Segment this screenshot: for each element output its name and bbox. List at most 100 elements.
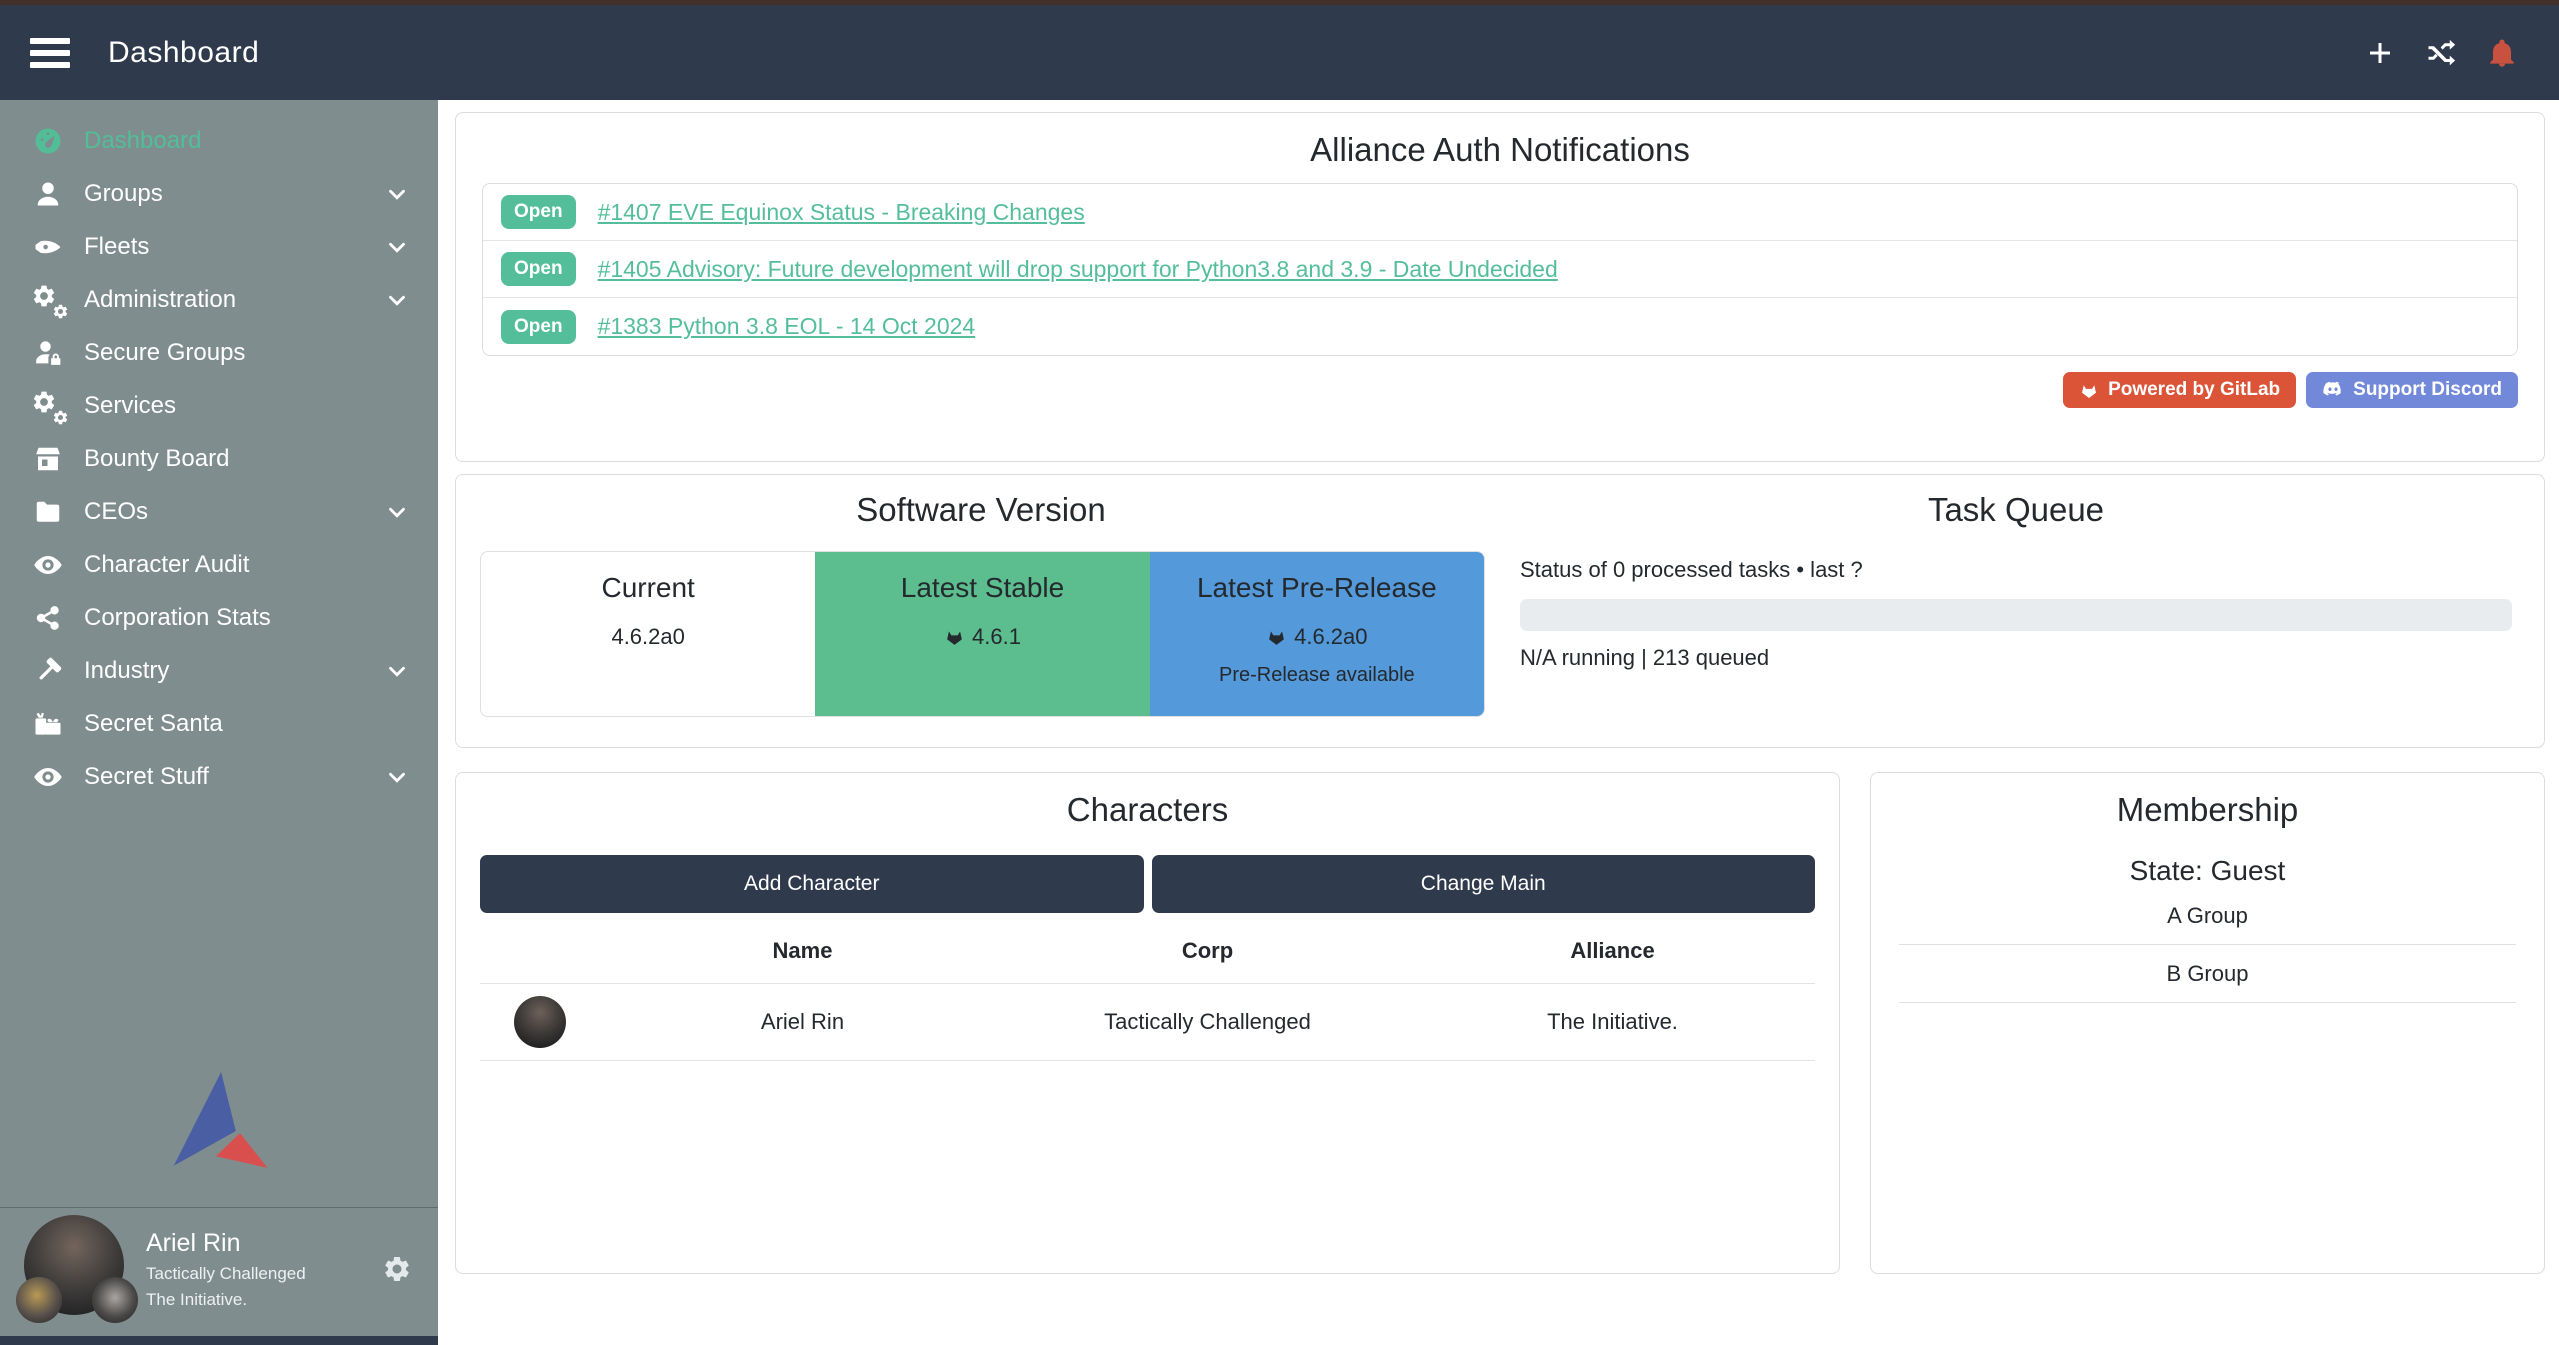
hamburger-icon[interactable]	[30, 38, 72, 68]
software-taskqueue-card: Software Version Current 4.6.2a0 Latest …	[455, 474, 2545, 748]
sidebar-item-label: CEOs	[84, 498, 148, 526]
alliance-logo-badge	[92, 1277, 138, 1323]
add-character-button[interactable]: Add Character	[480, 855, 1144, 913]
gauge-icon	[28, 126, 68, 156]
avatar	[24, 1215, 124, 1323]
sidebar-item-label: Bounty Board	[84, 445, 229, 473]
shuffle-icon[interactable]	[2425, 38, 2457, 68]
gifts-icon	[28, 709, 68, 739]
chevron-down-icon	[384, 181, 410, 207]
share-icon	[28, 603, 68, 633]
characters-table: Name Corp Alliance Ariel Rin Tactically …	[480, 919, 1815, 1061]
chevron-down-icon	[384, 234, 410, 260]
user-alliance: The Initiative.	[146, 1290, 306, 1310]
sidebar-item-services[interactable]: Services	[0, 379, 438, 432]
gitlab-icon	[2079, 381, 2099, 400]
hammer-icon	[28, 656, 68, 686]
notifications-footer: Powered by GitLab Support Discord	[482, 372, 2518, 408]
notification-link[interactable]: #1407 EVE Equinox Status - Breaking Chan…	[598, 199, 1085, 226]
user-icon	[28, 179, 68, 209]
user-lock-icon	[28, 338, 68, 368]
gear-icon[interactable]	[382, 1254, 412, 1284]
folder-icon	[28, 497, 68, 527]
notification-link[interactable]: #1405 Advisory: Future development will …	[598, 256, 1558, 283]
plus-icon[interactable]	[2365, 38, 2395, 68]
membership-group: A Group	[1899, 887, 2516, 945]
notification-row: Open #1383 Python 3.8 EOL - 14 Oct 2024	[483, 298, 2517, 355]
version-latest-prerelease: Latest Pre-Release 4.6.2a0 Pre-Release a…	[1150, 552, 1484, 716]
sidebar-bottom-strip	[0, 1336, 438, 1345]
membership-title: Membership	[1895, 791, 2520, 829]
main-content: Alliance Auth Notifications Open #1407 E…	[438, 100, 2559, 1345]
eye-icon	[28, 550, 68, 580]
notifications-card: Alliance Auth Notifications Open #1407 E…	[455, 112, 2545, 462]
store-icon	[28, 444, 68, 474]
powered-by-gitlab-badge[interactable]: Powered by GitLab	[2063, 372, 2296, 408]
sidebar-item-label: Corporation Stats	[84, 604, 271, 632]
sidebar-item-secret-stuff[interactable]: Secret Stuff	[0, 750, 438, 803]
chevron-down-icon	[384, 658, 410, 684]
gitlab-icon	[1266, 627, 1287, 647]
alliance-auth-logo	[0, 1071, 438, 1171]
notification-link[interactable]: #1383 Python 3.8 EOL - 14 Oct 2024	[598, 313, 976, 340]
software-version-title: Software Version	[456, 491, 1506, 529]
version-number: 4.6.2a0	[1294, 624, 1367, 650]
top-navbar: Dashboard	[0, 5, 2559, 100]
badge-label: Powered by GitLab	[2108, 379, 2280, 401]
sidebar-item-secure-groups[interactable]: Secure Groups	[0, 326, 438, 379]
sidebar-item-administration[interactable]: Administration	[0, 273, 438, 326]
task-queue-title: Task Queue	[1520, 491, 2512, 529]
task-queue-summary: N/A running | 213 queued	[1520, 645, 2512, 671]
sidebar-item-label: Fleets	[84, 233, 149, 261]
sidebar-item-label: Secure Groups	[84, 339, 245, 367]
badge-label: Support Discord	[2353, 379, 2502, 401]
version-current: Current 4.6.2a0	[481, 552, 815, 716]
status-badge: Open	[501, 195, 576, 229]
discord-icon	[2322, 381, 2344, 399]
column-header-alliance: Alliance	[1410, 938, 1815, 964]
page-title: Dashboard	[108, 36, 259, 70]
sidebar: Dashboard Groups Fleets	[0, 100, 438, 1345]
sidebar-item-label: Character Audit	[84, 551, 249, 579]
task-queue-status: Status of 0 processed tasks • last ?	[1520, 557, 2512, 583]
cell-character-corp: Tactically Challenged	[1005, 1009, 1410, 1035]
corp-logo-badge	[16, 1277, 62, 1323]
sidebar-item-character-audit[interactable]: Character Audit	[0, 538, 438, 591]
sidebar-nav: Dashboard Groups Fleets	[0, 100, 438, 803]
sidebar-item-industry[interactable]: Industry	[0, 644, 438, 697]
task-queue-section: Task Queue Status of 0 processed tasks •…	[1506, 491, 2544, 747]
sidebar-item-label: Administration	[84, 286, 236, 314]
version-number: 4.6.1	[972, 624, 1021, 650]
chevron-down-icon	[384, 764, 410, 790]
sidebar-item-label: Secret Stuff	[84, 763, 209, 791]
sidebar-item-bounty-board[interactable]: Bounty Board	[0, 432, 438, 485]
sidebar-item-label: Secret Santa	[84, 710, 223, 738]
notifications-title: Alliance Auth Notifications	[482, 131, 2518, 169]
version-number: 4.6.2a0	[611, 624, 684, 650]
column-header-corp: Corp	[1005, 938, 1410, 964]
bell-icon[interactable]	[2487, 37, 2517, 69]
characters-card: Characters Add Character Change Main Nam…	[455, 772, 1840, 1274]
navbar-actions	[2365, 37, 2529, 69]
sidebar-item-dashboard[interactable]: Dashboard	[0, 114, 438, 167]
version-label: Current	[481, 572, 815, 604]
support-discord-badge[interactable]: Support Discord	[2306, 372, 2518, 408]
app-root: Dashboard Dashboard	[0, 0, 2559, 1345]
sidebar-item-label: Dashboard	[84, 127, 201, 155]
status-badge: Open	[501, 252, 576, 286]
gears-icon	[28, 283, 68, 317]
notification-row: Open #1407 EVE Equinox Status - Breaking…	[483, 184, 2517, 241]
notification-row: Open #1405 Advisory: Future development …	[483, 241, 2517, 298]
membership-card: Membership State: Guest A Group B Group	[1870, 772, 2545, 1274]
sidebar-item-fleets[interactable]: Fleets	[0, 220, 438, 273]
sidebar-item-groups[interactable]: Groups	[0, 167, 438, 220]
sidebar-item-secret-santa[interactable]: Secret Santa	[0, 697, 438, 750]
sidebar-item-ceos[interactable]: CEOs	[0, 485, 438, 538]
sidebar-item-corporation-stats[interactable]: Corporation Stats	[0, 591, 438, 644]
user-panel: Ariel Rin Tactically Challenged The Init…	[0, 1208, 438, 1336]
user-name: Ariel Rin	[146, 1229, 306, 1258]
change-main-button[interactable]: Change Main	[1152, 855, 1816, 913]
prerelease-note: Pre-Release available	[1150, 664, 1484, 687]
table-row: Ariel Rin Tactically Challenged The Init…	[480, 983, 1815, 1061]
membership-group: B Group	[1899, 945, 2516, 1003]
